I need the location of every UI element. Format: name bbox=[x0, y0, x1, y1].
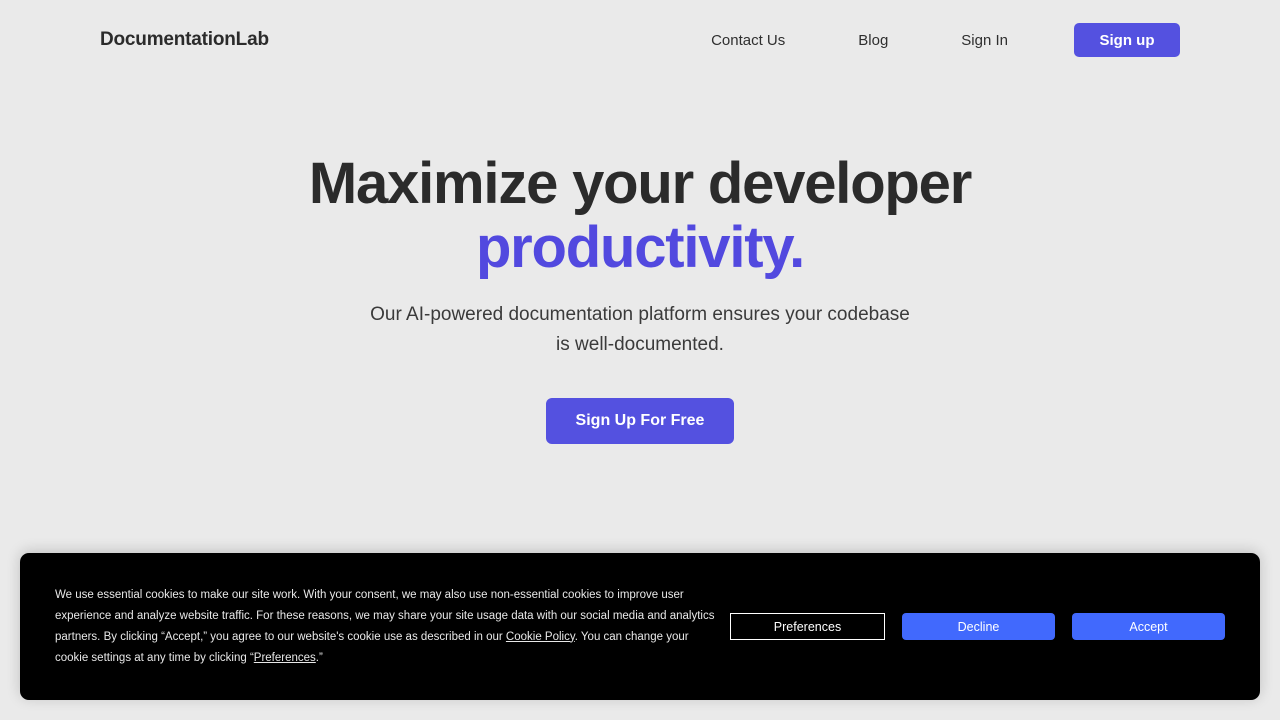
nav-link-sign-in[interactable]: Sign In bbox=[959, 26, 1010, 55]
brand-logo[interactable]: DocumentationLab bbox=[100, 29, 269, 51]
nav-link-contact-us[interactable]: Contact Us bbox=[709, 26, 787, 55]
page-title: Maximize your developer productivity. bbox=[0, 152, 1280, 280]
hero-title-accent: productivity. bbox=[475, 215, 805, 280]
preferences-button[interactable]: Preferences bbox=[730, 613, 885, 640]
nav-link-blog[interactable]: Blog bbox=[856, 26, 890, 55]
sign-up-button[interactable]: Sign up bbox=[1074, 23, 1180, 57]
accept-cookies-button[interactable]: Accept bbox=[1072, 613, 1225, 640]
hero-cta-container: Sign Up For Free bbox=[0, 398, 1280, 444]
decline-cookies-button[interactable]: Decline bbox=[902, 613, 1055, 640]
cookie-text-part-3: .” bbox=[315, 651, 323, 664]
site-header: DocumentationLab Contact Us Blog Sign In… bbox=[0, 0, 1280, 80]
hero-section: Maximize your developer productivity. Ou… bbox=[0, 80, 1280, 444]
hero-subtitle-line-1: Our AI-powered documentation platform en… bbox=[370, 304, 910, 325]
cookie-banner-actions: Preferences Decline Accept bbox=[730, 613, 1225, 640]
preferences-link[interactable]: Preferences bbox=[254, 652, 316, 664]
cookie-policy-link[interactable]: Cookie Policy bbox=[506, 631, 575, 643]
hero-title-line-1: Maximize your developer bbox=[308, 151, 972, 216]
hero-subtitle-line-2: is well-documented. bbox=[556, 334, 724, 355]
main-navigation: Contact Us Blog Sign In Sign up bbox=[709, 23, 1180, 57]
cookie-consent-banner: We use essential cookies to make our sit… bbox=[20, 553, 1260, 700]
sign-up-for-free-button[interactable]: Sign Up For Free bbox=[546, 398, 734, 444]
hero-subtitle: Our AI-powered documentation platform en… bbox=[0, 300, 1280, 360]
cookie-consent-text: We use essential cookies to make our sit… bbox=[55, 585, 715, 669]
